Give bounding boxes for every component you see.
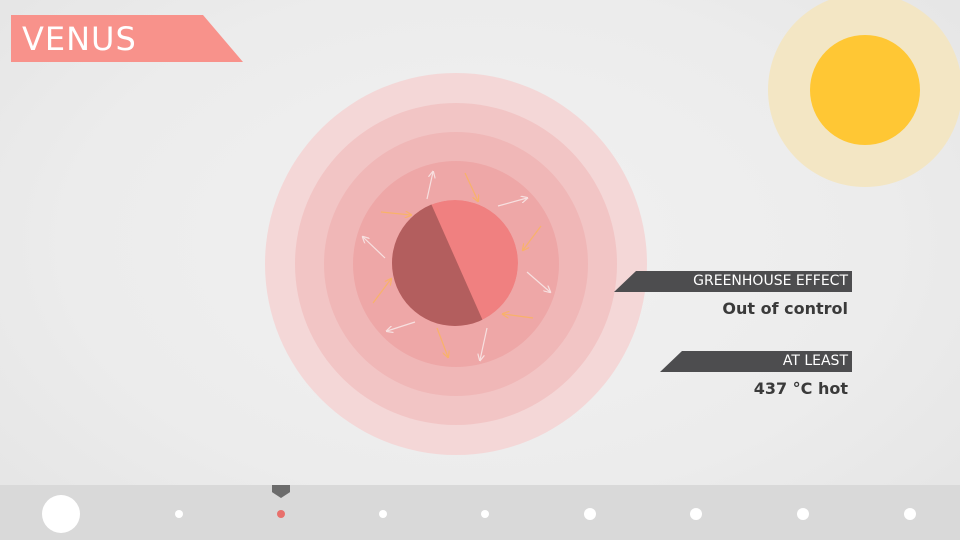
timeline-dot-7[interactable] (690, 508, 702, 520)
fact-value-greenhouse: Out of control (722, 299, 848, 318)
timeline-dot-2[interactable] (175, 510, 183, 518)
timeline-dot-1[interactable] (42, 495, 80, 533)
planet-timeline (0, 485, 960, 540)
fact-label-greenhouse: GREENHOUSE EFFECT (614, 271, 852, 292)
timeline-dot-9[interactable] (904, 508, 916, 520)
timeline-dot-5[interactable] (481, 510, 489, 518)
planet-title-banner: VENUS (11, 15, 243, 62)
timeline-dot-6[interactable] (584, 508, 596, 520)
venus-illustration (265, 0, 960, 455)
timeline-dot-4[interactable] (379, 510, 387, 518)
timeline-dot-3[interactable] (277, 510, 285, 518)
timeline-dot-8[interactable] (797, 508, 809, 520)
sun (768, 0, 960, 187)
fact-label-at-least: AT LEAST (660, 351, 852, 372)
planet-title: VENUS (22, 20, 137, 58)
fact-value-temperature: 437 °C hot (753, 379, 848, 398)
